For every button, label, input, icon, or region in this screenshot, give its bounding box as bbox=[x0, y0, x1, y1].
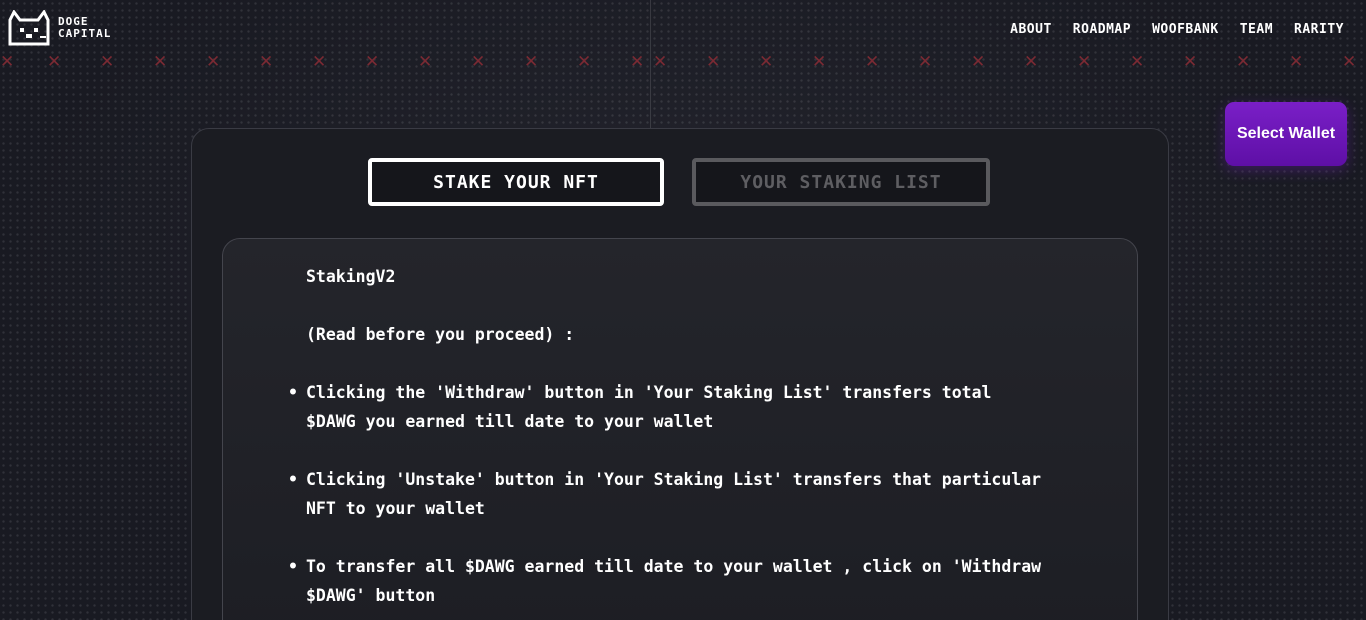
page: DOGE CAPITAL ABOUT ROADMAP WOOFBANK TEAM… bbox=[0, 0, 1366, 620]
x-decor-icon: ✕ bbox=[524, 52, 539, 72]
select-wallet-button[interactable]: Select Wallet bbox=[1225, 102, 1347, 166]
x-decor-icon: ✕ bbox=[259, 52, 274, 72]
x-decor-icon: ✕ bbox=[1289, 52, 1304, 72]
x-decor-icon: ✕ bbox=[1024, 52, 1039, 72]
x-decor-icon: ✕ bbox=[1342, 52, 1357, 72]
staking-notice: StakingV2 (Read before you proceed) : Cl… bbox=[288, 262, 1046, 620]
nav-link-roadmap[interactable]: ROADMAP bbox=[1073, 22, 1131, 37]
x-decor-icon: ✕ bbox=[206, 52, 221, 72]
x-decor-icon: ✕ bbox=[100, 52, 115, 72]
notice-list-item: Clicking the 'Withdraw' button in 'Your … bbox=[288, 378, 1046, 436]
x-decor-icon: ✕ bbox=[471, 52, 486, 72]
nav-link-team[interactable]: TEAM bbox=[1240, 22, 1273, 37]
tab-your-staking-list[interactable]: YOUR STAKING LIST bbox=[692, 158, 990, 206]
x-decor-icon: ✕ bbox=[1183, 52, 1198, 72]
nav-link-rarity[interactable]: RARITY bbox=[1294, 22, 1344, 37]
tab-stake-your-nft[interactable]: STAKE YOUR NFT bbox=[368, 158, 664, 206]
x-decor-icon: ✕ bbox=[812, 52, 827, 72]
x-decor-icon: ✕ bbox=[630, 52, 645, 72]
site-header: DOGE CAPITAL ABOUT ROADMAP WOOFBANK TEAM… bbox=[0, 0, 1366, 56]
x-decor-icon: ✕ bbox=[706, 52, 721, 72]
x-decor-icon: ✕ bbox=[365, 52, 380, 72]
notice-title: StakingV2 bbox=[306, 267, 396, 286]
x-decor-icon: ✕ bbox=[865, 52, 880, 72]
x-decor-icon: ✕ bbox=[653, 52, 668, 72]
notice-list: Clicking the 'Withdraw' button in 'Your … bbox=[288, 378, 1046, 610]
x-decor-icon: ✕ bbox=[971, 52, 986, 72]
x-decor-icon: ✕ bbox=[759, 52, 774, 72]
notice-list-item: Clicking 'Unstake' button in 'Your Staki… bbox=[288, 465, 1046, 523]
x-decor-icon: ✕ bbox=[0, 52, 15, 72]
x-decor-icon: ✕ bbox=[153, 52, 168, 72]
notice-subtitle: (Read before you proceed) : bbox=[306, 325, 575, 344]
notice-list-item: To transfer all $DAWG earned till date t… bbox=[288, 552, 1046, 610]
x-decor-icon: ✕ bbox=[418, 52, 433, 72]
nav-link-about[interactable]: ABOUT bbox=[1010, 22, 1052, 37]
x-decor-icon: ✕ bbox=[1236, 52, 1251, 72]
brand-name-line2: CAPITAL bbox=[58, 27, 112, 40]
decorative-x-row: ✕ ✕ ✕ ✕ ✕ ✕ ✕ ✕ ✕ ✕ ✕ ✕ ✕ ✕ ✕ ✕ ✕ ✕ ✕ ✕ … bbox=[0, 51, 1366, 73]
x-decor-icon: ✕ bbox=[918, 52, 933, 72]
x-decor-icon: ✕ bbox=[312, 52, 327, 72]
x-decor-icon: ✕ bbox=[1077, 52, 1092, 72]
nav-link-woofbank[interactable]: WOOFBANK bbox=[1152, 22, 1219, 37]
x-decor-icon: ✕ bbox=[47, 52, 62, 72]
doge-pixel-logo-icon bbox=[6, 10, 52, 46]
x-decor-icon: ✕ bbox=[1130, 52, 1145, 72]
brand-name: DOGE CAPITAL bbox=[58, 16, 111, 40]
x-decor-icon: ✕ bbox=[577, 52, 592, 72]
brand-logo[interactable]: DOGE CAPITAL bbox=[6, 10, 111, 46]
main-nav: ABOUT ROADMAP WOOFBANK TEAM RARITY bbox=[1010, 22, 1344, 37]
